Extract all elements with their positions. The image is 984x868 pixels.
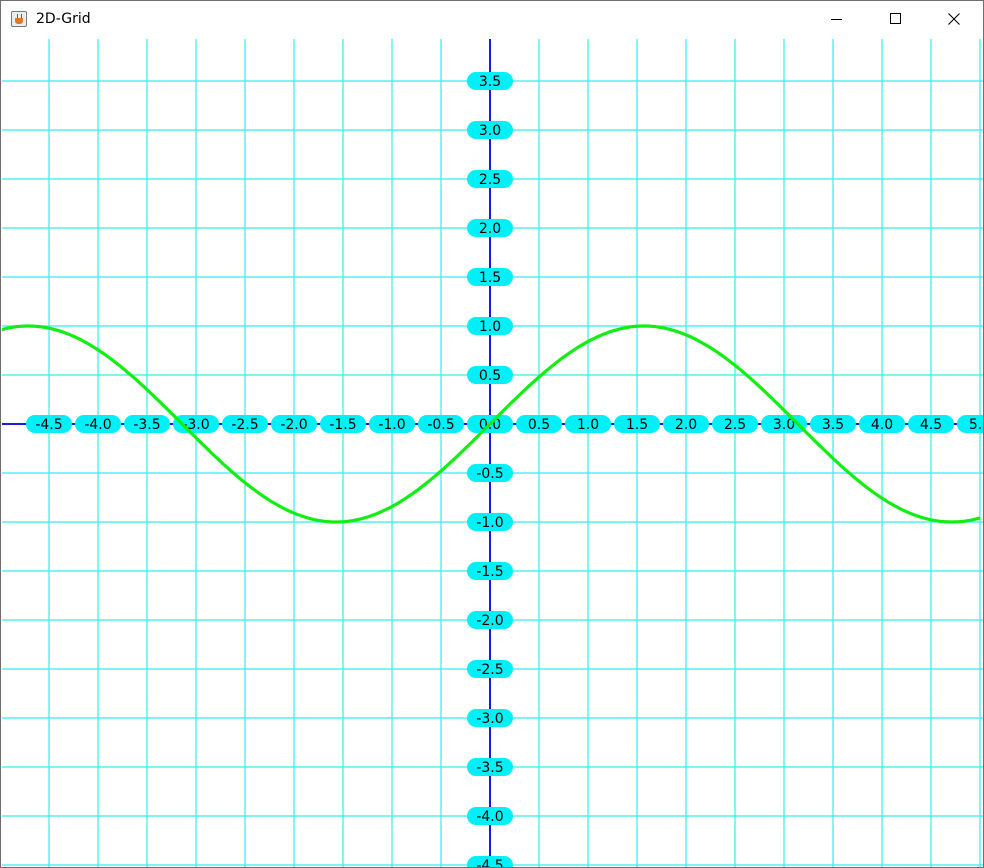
close-button[interactable] [925,1,983,37]
y-tick-label: -0.5 [476,466,503,482]
x-tick-label: 5.0 [969,417,983,433]
y-tick-label: 1.0 [479,319,501,335]
x-tick-label: -4.5 [35,417,62,433]
y-tick-label: -3.5 [476,760,503,776]
x-tick-label: -3.5 [133,417,160,433]
x-tick-label: 4.5 [920,417,942,433]
close-icon [948,13,960,25]
x-tick-label: 0.5 [528,417,550,433]
y-tick-label: -4.5 [476,858,503,868]
y-tick-label: -1.5 [476,564,503,580]
y-tick-label: 3.0 [479,123,501,139]
maximize-button[interactable] [866,1,924,37]
x-tick-label: -4.0 [84,417,111,433]
x-tick-label: -1.0 [378,417,405,433]
y-tick-label: 2.5 [479,172,501,188]
x-tick-label: 1.0 [577,417,599,433]
y-tick-label: 0.5 [479,368,501,384]
x-tick-label: 3.5 [822,417,844,433]
y-tick-label: -2.5 [476,662,503,678]
x-tick-label: 2.5 [724,417,746,433]
app-window: 2D-Grid -4.5 -4.0 -3.5 -3.0 -2.5 -2.0 -1.5 -1.0… [0,0,984,868]
minimize-button[interactable] [807,1,865,37]
plot-area: -4.5 -4.0 -3.5 -3.0 -2.5 -2.0 -1.5 -1.0 -0.5 0.0 0… [2,39,983,868]
y-tick-label: 1.5 [479,270,501,286]
maximize-icon [890,13,901,24]
x-tick-label: 1.5 [626,417,648,433]
x-tick-label: 4.0 [871,417,893,433]
y-tick-label: -3.0 [476,711,503,727]
x-tick-label: -1.5 [329,417,356,433]
x-tick-label: -3.0 [182,417,209,433]
minimize-icon [831,19,842,20]
y-tick-label: 2.0 [479,221,501,237]
java-cup-icon[interactable] [11,11,27,27]
title-bar[interactable]: 2D-Grid [1,1,983,37]
y-tick-label: -2.0 [476,613,503,629]
x-tick-label: -0.5 [427,417,454,433]
x-tick-label: -2.0 [280,417,307,433]
y-tick-label: -4.0 [476,809,503,825]
sine-chart: -4.5 -4.0 -3.5 -3.0 -2.5 -2.0 -1.5 -1.0 -0.5 0.0 0… [2,39,983,868]
window-title: 2D-Grid [36,11,91,27]
x-tick-label: 2.0 [675,417,697,433]
y-tick-label: 3.5 [479,74,501,90]
x-tick-label: -2.5 [231,417,258,433]
y-tick-label: -1.0 [476,515,503,531]
